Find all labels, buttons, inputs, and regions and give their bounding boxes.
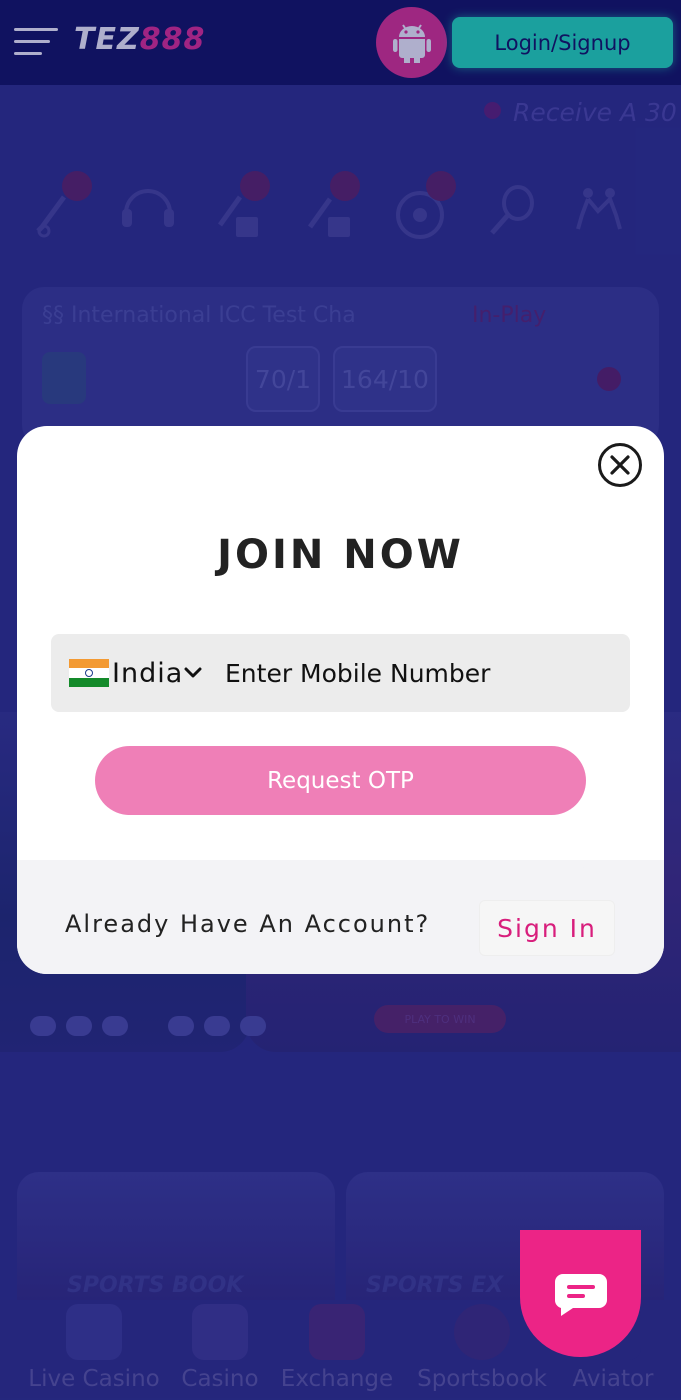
phone-input-group: India xyxy=(51,634,630,712)
country-name: India xyxy=(112,657,184,689)
join-now-modal: JOIN NOW India Request OTP Already Have … xyxy=(17,426,664,974)
close-icon xyxy=(610,455,630,475)
request-otp-button[interactable]: Request OTP xyxy=(95,746,586,815)
mobile-number-input[interactable] xyxy=(223,657,607,689)
modal-wave-divider xyxy=(17,860,664,882)
india-flag-icon xyxy=(69,659,109,687)
close-modal-button[interactable] xyxy=(598,443,642,487)
chevron-down-icon xyxy=(184,667,202,678)
live-chat-button[interactable] xyxy=(520,1230,641,1357)
modal-title: JOIN NOW xyxy=(217,532,464,578)
country-code-select[interactable]: India xyxy=(69,658,219,689)
account-prompt: Already Have An Account? xyxy=(65,910,431,938)
sign-in-button[interactable]: Sign In xyxy=(479,900,615,956)
chat-bubble-icon xyxy=(554,1273,607,1316)
